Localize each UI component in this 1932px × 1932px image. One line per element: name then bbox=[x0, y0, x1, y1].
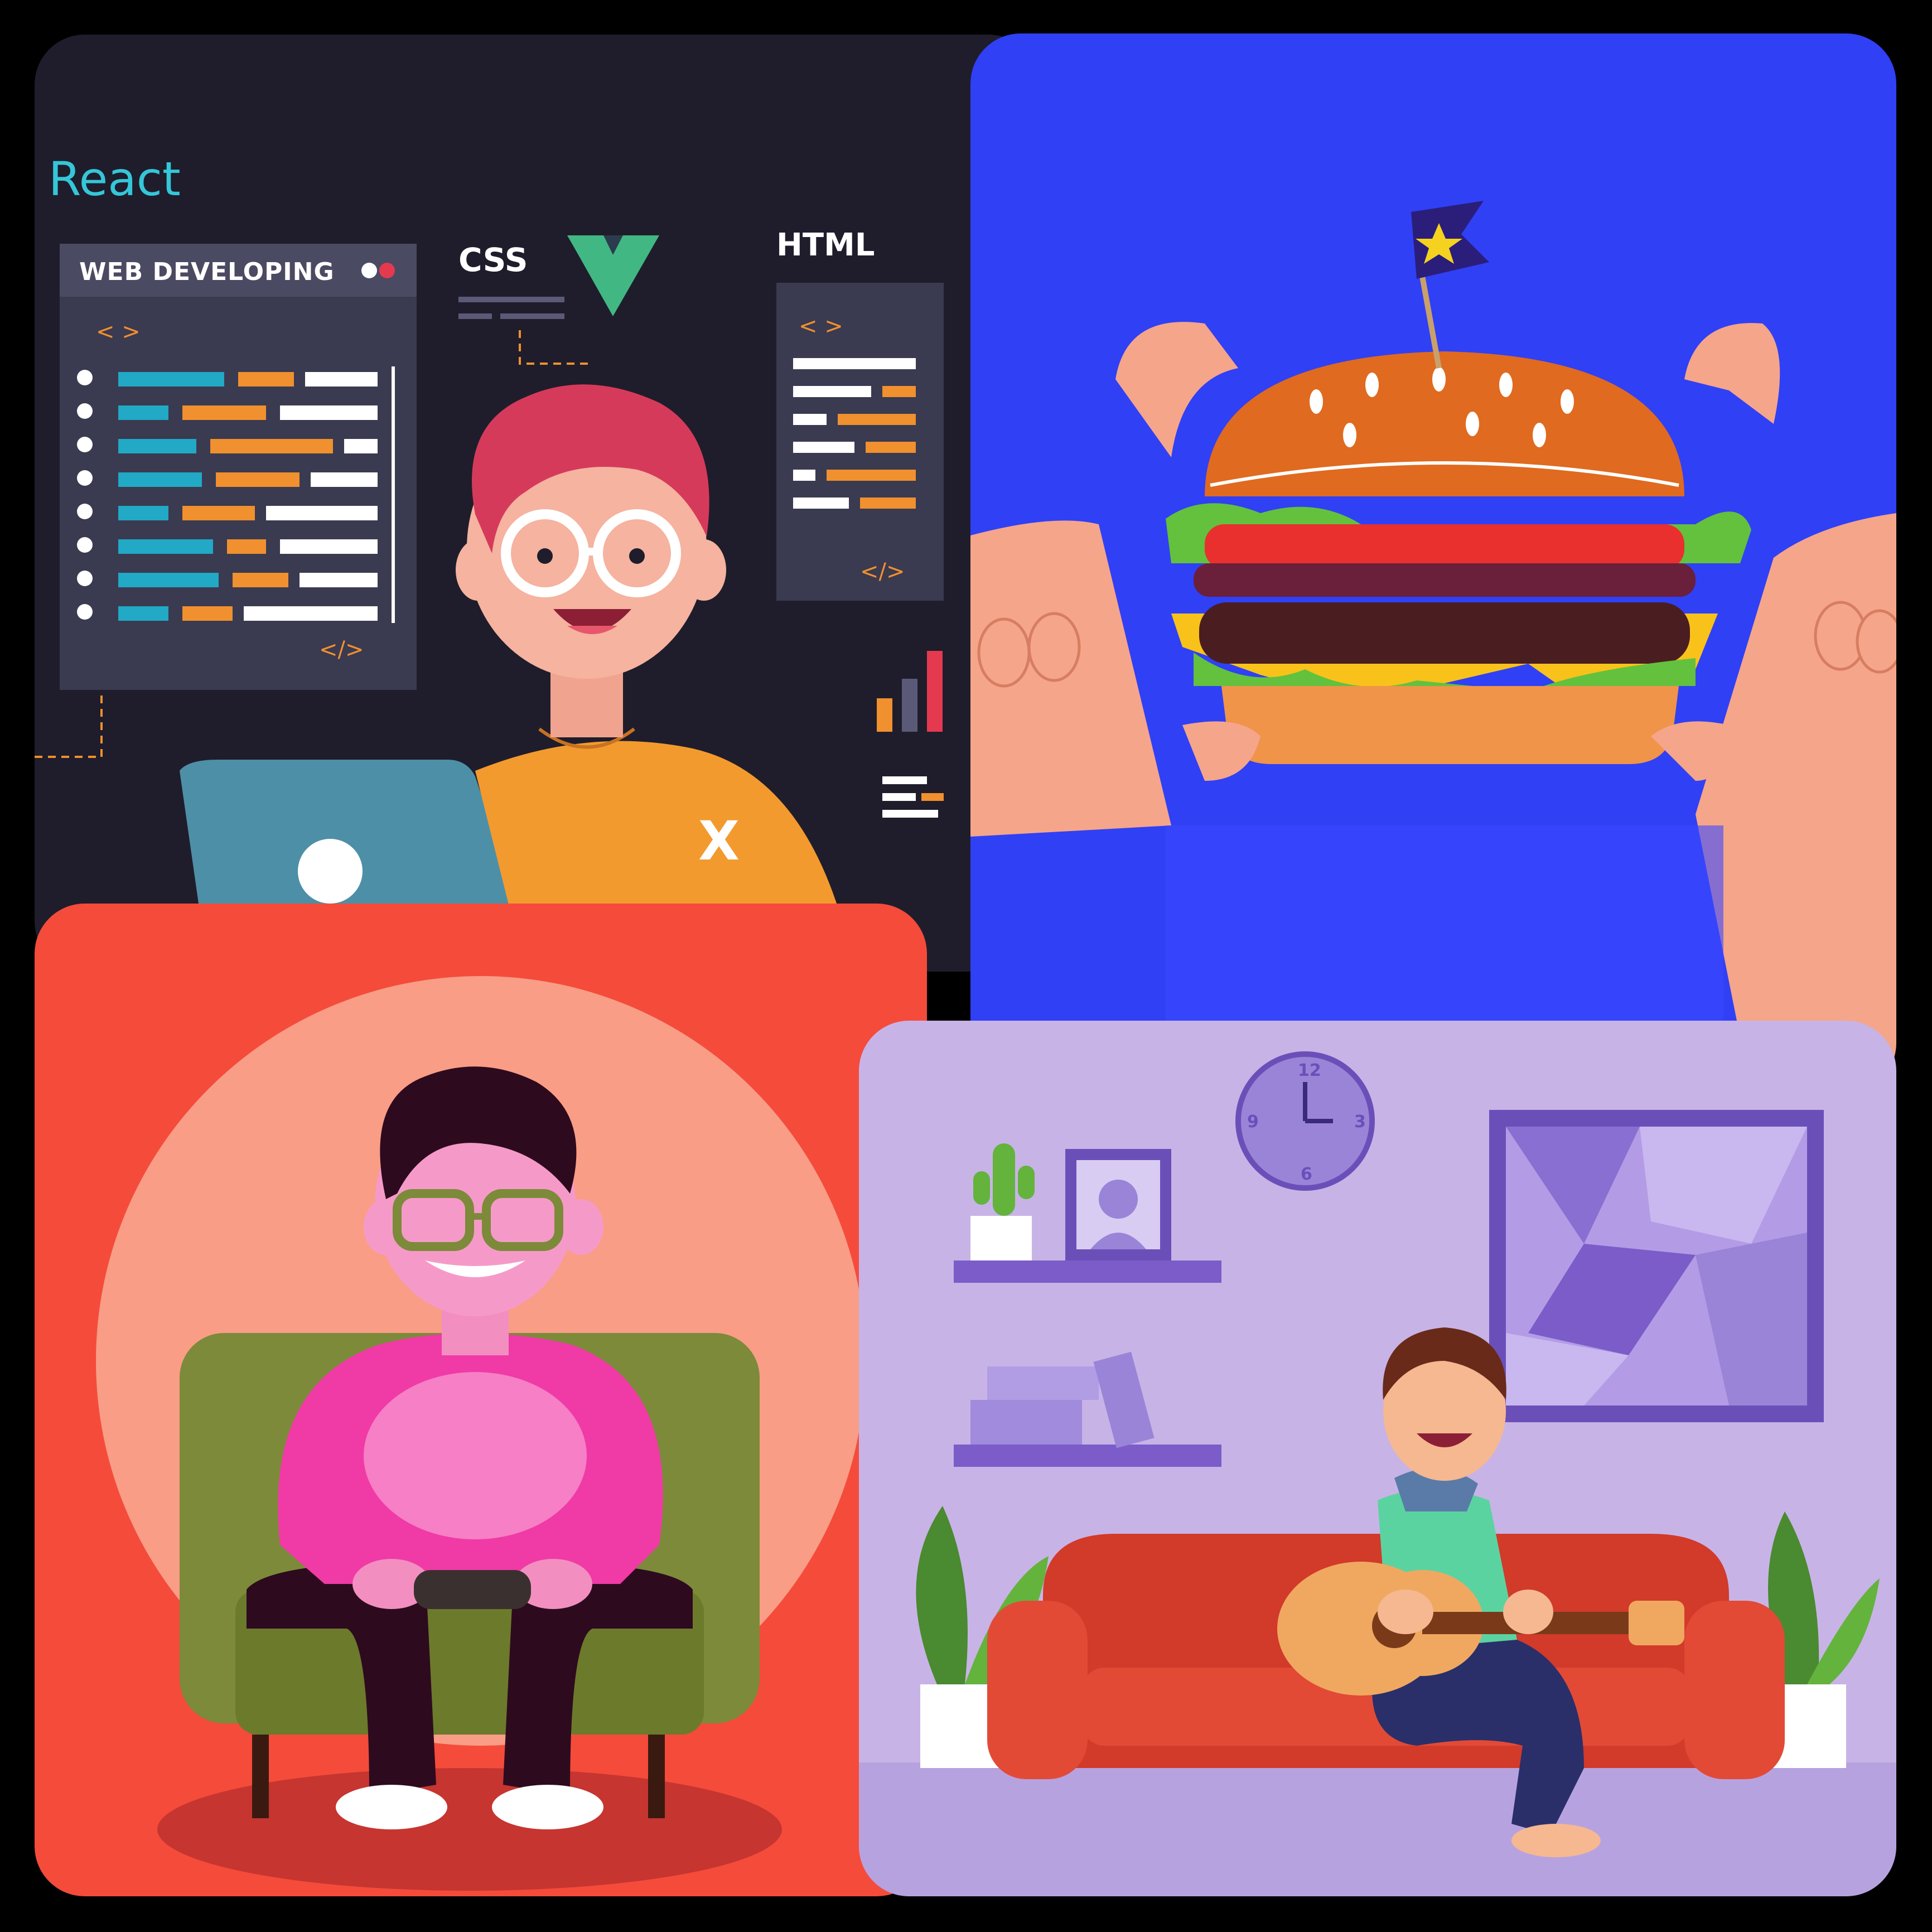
burger-illustration bbox=[970, 33, 1896, 1093]
lower-shelf bbox=[954, 1445, 1221, 1467]
bottom-bun bbox=[1221, 686, 1679, 764]
right-shoe bbox=[492, 1785, 603, 1829]
tag-open-html: < > bbox=[799, 313, 843, 339]
guitar-player-illustration: 12 3 6 9 bbox=[859, 1021, 1896, 1896]
html-label: HTML bbox=[776, 227, 875, 263]
web-developing-title: WEB DEVELOPING bbox=[79, 258, 335, 286]
css-label: CSS bbox=[458, 241, 528, 279]
burger-artwork bbox=[970, 201, 1896, 1093]
tomato-slice bbox=[1205, 524, 1684, 569]
developer-artwork bbox=[35, 118, 1027, 972]
web-developer-illustration: React CSS HTML WEB DEVELOPING < > < > </… bbox=[35, 35, 1039, 972]
clock-3-label: 3 bbox=[1354, 1112, 1366, 1132]
upper-shelf bbox=[954, 1260, 1221, 1283]
right-hand bbox=[1696, 513, 1896, 1093]
clock-12-label: 12 bbox=[1298, 1061, 1321, 1080]
clock-6-label: 6 bbox=[1301, 1165, 1312, 1184]
tag-open-label: < > bbox=[96, 319, 141, 345]
react-label: React bbox=[49, 152, 181, 206]
left-plant bbox=[916, 1506, 968, 1684]
laptop bbox=[180, 760, 525, 927]
patty bbox=[1199, 602, 1690, 664]
game-controller bbox=[414, 1570, 531, 1609]
code-window bbox=[60, 244, 417, 690]
tag-close-html: </> bbox=[860, 559, 905, 585]
clock-9-label: 9 bbox=[1247, 1112, 1259, 1132]
left-shoe bbox=[336, 1785, 447, 1829]
tag-close-label: </> bbox=[319, 637, 364, 663]
floor-shadow bbox=[157, 1768, 782, 1891]
gamer-artwork bbox=[96, 976, 866, 1891]
shirt-x-mark: X bbox=[698, 810, 740, 872]
cactus-icon bbox=[993, 1143, 1015, 1216]
guitar-artwork bbox=[859, 1051, 1896, 1896]
gamer-illustration bbox=[35, 904, 927, 1896]
